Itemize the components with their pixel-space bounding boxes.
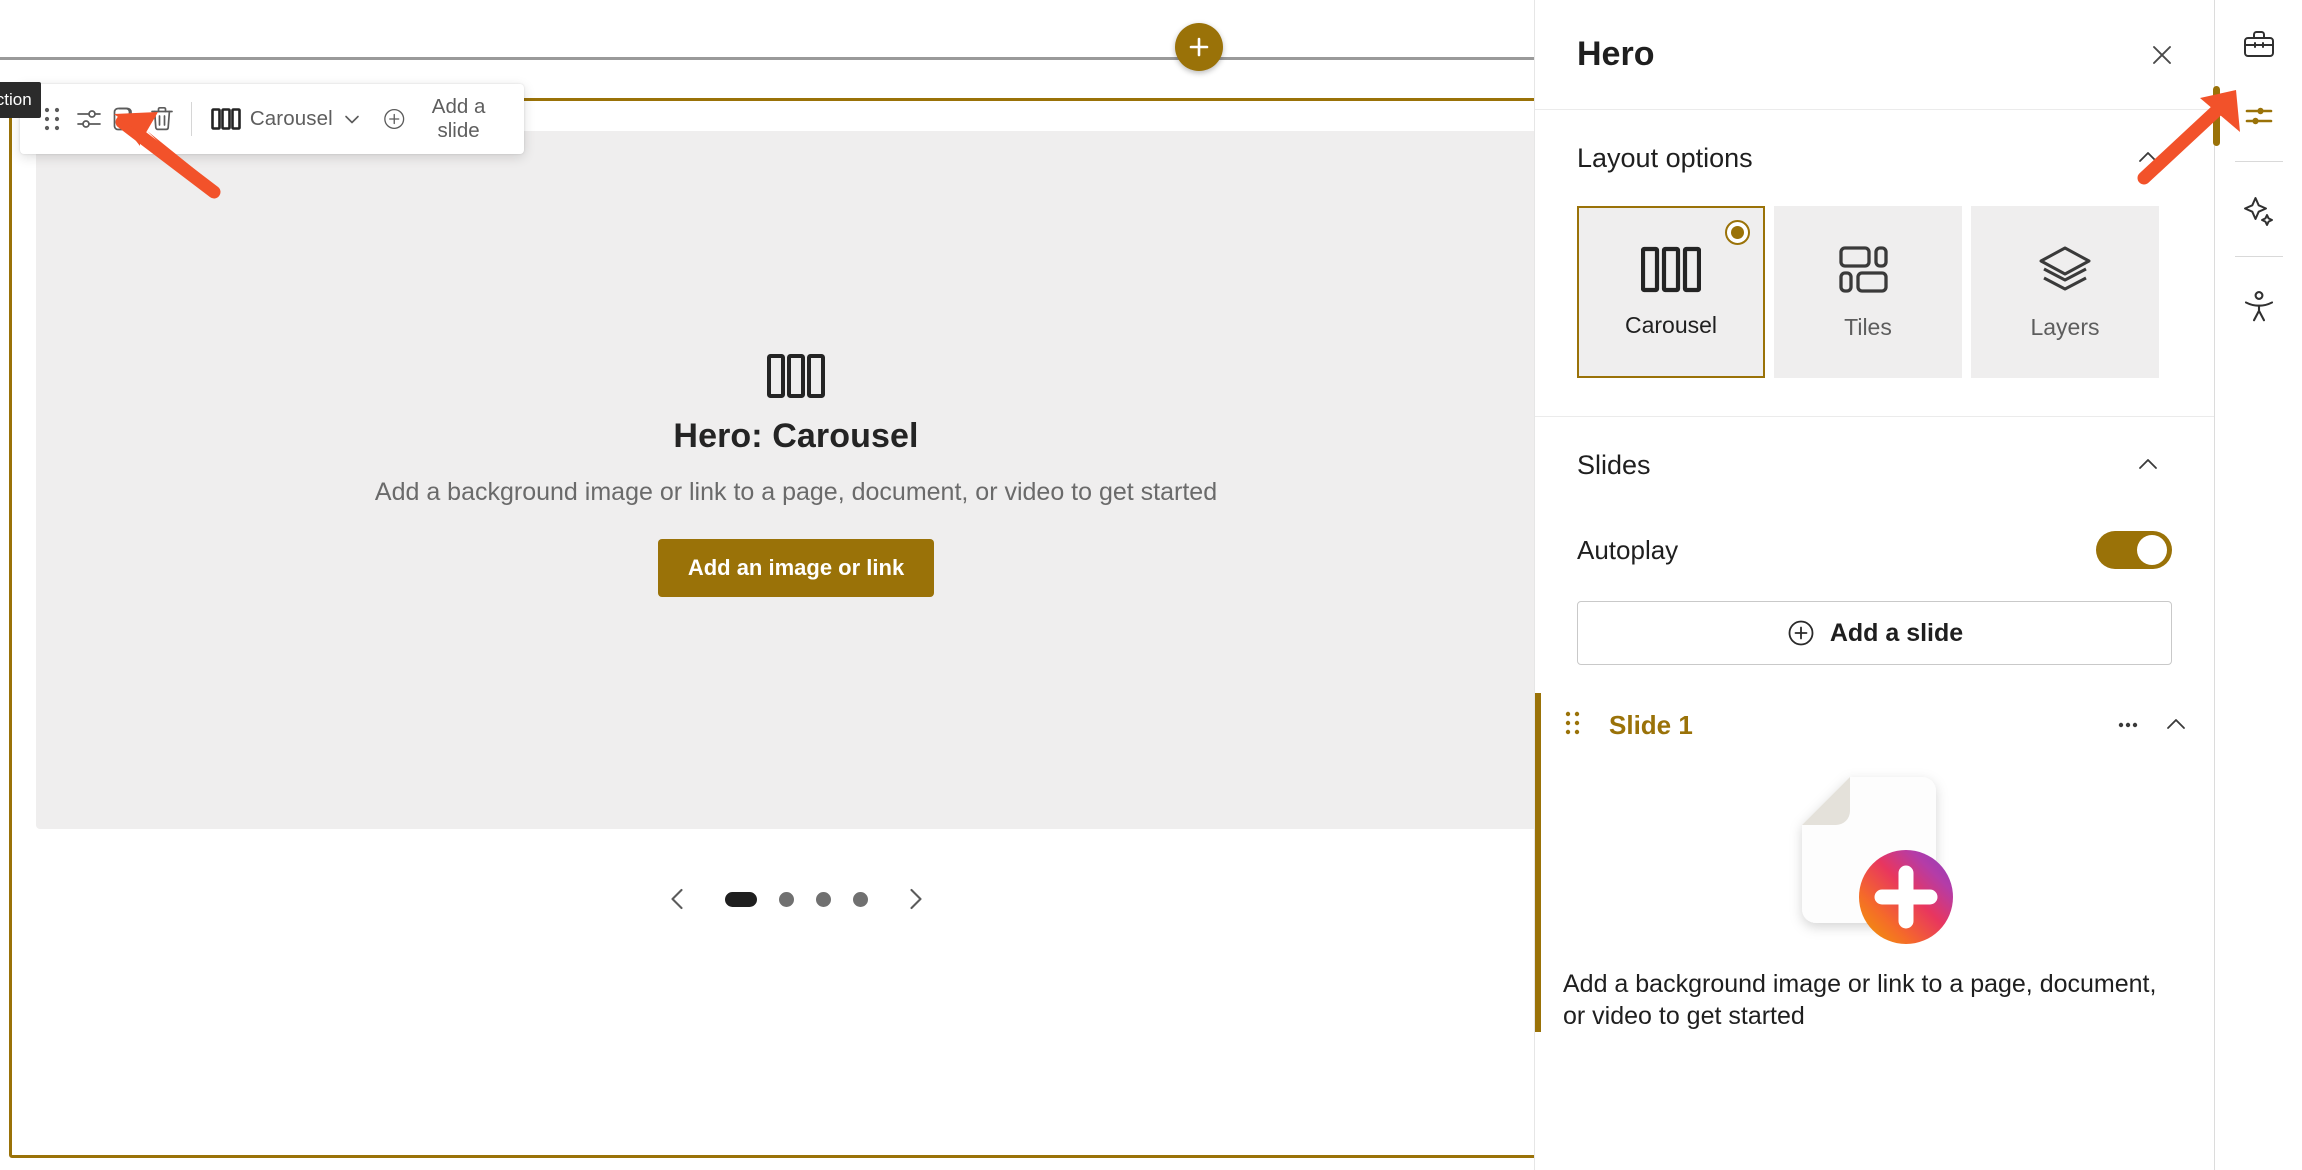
- add-image-or-link-button[interactable]: Add an image or link: [658, 539, 934, 597]
- layout-options-collapse-button[interactable]: [2124, 134, 2172, 182]
- sparkle-icon: [2242, 194, 2276, 228]
- add-circle-icon: [1786, 618, 1816, 648]
- delete-webpart-button[interactable]: [144, 97, 181, 141]
- carousel-dots: [725, 892, 868, 907]
- chevron-up-icon: [2135, 452, 2161, 478]
- drag-handle-icon: [1563, 710, 1583, 736]
- slide-drag-handle[interactable]: [1563, 710, 1583, 741]
- panel-header: Hero: [1535, 0, 2214, 110]
- toolbox-icon: [2242, 27, 2276, 61]
- edit-webpart-button[interactable]: [71, 97, 108, 141]
- panel-add-slide-label: Add a slide: [1830, 619, 1963, 648]
- toolbar-add-slide-button[interactable]: Add a slide: [376, 97, 510, 141]
- chevron-up-icon: [2163, 712, 2189, 738]
- layout-card-label: Layers: [2030, 314, 2099, 341]
- slides-title: Slides: [1577, 450, 1651, 481]
- rail-item-properties[interactable]: [2224, 82, 2294, 150]
- toolbar-divider: [191, 102, 192, 136]
- add-media-illustration-icon: [1778, 765, 1978, 950]
- layout-options-section: Layout options Carousel: [1535, 110, 2214, 416]
- page-canvas: Hero: Carousel Add a background image or…: [0, 0, 1534, 1170]
- slide-more-options-button[interactable]: [2104, 701, 2152, 749]
- carousel-icon: [211, 108, 241, 130]
- tiles-icon: [1838, 244, 1898, 296]
- layout-card-label: Carousel: [1625, 312, 1717, 339]
- rail-divider: [2235, 256, 2283, 257]
- chevron-left-icon: [665, 886, 691, 912]
- section-tooltip: Section: [0, 82, 41, 118]
- plus-icon: [1187, 35, 1211, 59]
- slide-thumbnail[interactable]: [1541, 757, 2214, 960]
- autoplay-toggle[interactable]: [2096, 531, 2172, 569]
- carousel-icon: [1641, 246, 1701, 294]
- layout-dropdown-label: Carousel: [250, 107, 333, 131]
- layout-card-carousel[interactable]: Carousel: [1577, 206, 1765, 378]
- slide-name: Slide 1: [1609, 710, 2104, 741]
- carousel-icon: [767, 353, 825, 399]
- hero-subtitle: Add a background image or link to a page…: [281, 478, 1311, 507]
- carousel-dot-4[interactable]: [853, 892, 868, 907]
- slide-list-item: Slide 1: [1535, 693, 2214, 1032]
- accessibility-person-icon: [2242, 289, 2276, 323]
- carousel-dot-1[interactable]: [725, 892, 757, 907]
- slides-collapse-button[interactable]: [2124, 441, 2172, 489]
- duplicate-webpart-button[interactable]: [107, 97, 144, 141]
- more-horizontal-icon: [2115, 712, 2141, 738]
- rail-divider: [2235, 161, 2283, 162]
- close-icon: [2149, 42, 2175, 68]
- duplicate-icon: [111, 104, 139, 134]
- slides-section: Slides Autoplay Add a slide: [1535, 417, 2214, 665]
- slides-header[interactable]: Slides: [1577, 417, 2172, 513]
- autoplay-label: Autoplay: [1577, 535, 1678, 566]
- chevron-down-icon: [342, 109, 362, 129]
- layout-card-tiles[interactable]: Tiles: [1774, 206, 1962, 378]
- layout-cards: Carousel Tiles: [1577, 206, 2172, 416]
- add-section-button[interactable]: [1175, 23, 1223, 71]
- webpart-toolbar: Carousel Add a slide: [20, 84, 524, 154]
- layout-dropdown[interactable]: Carousel: [203, 97, 370, 141]
- autoplay-row: Autoplay: [1577, 513, 2172, 587]
- carousel-pager: [36, 869, 1534, 929]
- layout-card-layers[interactable]: Layers: [1971, 206, 2159, 378]
- layout-options-header[interactable]: Layout options: [1577, 110, 2172, 206]
- toggle-knob: [2137, 535, 2167, 565]
- carousel-dot-2[interactable]: [779, 892, 794, 907]
- slide-header: Slide 1: [1541, 693, 2214, 757]
- panel-title: Hero: [1577, 35, 2138, 74]
- layers-icon: [2035, 244, 2095, 296]
- layout-options-title: Layout options: [1577, 143, 1753, 174]
- carousel-dot-3[interactable]: [816, 892, 831, 907]
- right-rail: [2214, 0, 2302, 1170]
- hero-webpart-frame[interactable]: Hero: Carousel Add a background image or…: [9, 98, 1534, 1158]
- section-divider: [0, 57, 1534, 60]
- panel-close-button[interactable]: [2138, 31, 2186, 79]
- carousel-next-button[interactable]: [892, 876, 938, 922]
- toolbar-add-slide-label: Add a slide: [417, 95, 500, 143]
- settings-sliders-icon: [2242, 99, 2276, 133]
- radio-selected-icon: [1725, 220, 1750, 245]
- rail-item-accessibility[interactable]: [2224, 272, 2294, 340]
- slide-description: Add a background image or link to a page…: [1541, 960, 2214, 1032]
- add-circle-icon: [382, 104, 406, 134]
- hero-title: Hero: Carousel: [281, 417, 1311, 456]
- settings-sliders-icon: [74, 104, 104, 134]
- trash-icon: [148, 104, 176, 134]
- slide-collapse-button[interactable]: [2152, 701, 2200, 749]
- property-panel: Hero Layout options: [1534, 0, 2214, 1170]
- drag-handle-icon: [41, 105, 63, 133]
- layout-card-label: Tiles: [1844, 314, 1892, 341]
- panel-add-slide-button[interactable]: Add a slide: [1577, 601, 2172, 665]
- rail-item-copilot[interactable]: [2224, 177, 2294, 245]
- carousel-prev-button[interactable]: [655, 876, 701, 922]
- chevron-up-icon: [2135, 145, 2161, 171]
- rail-item-toolbox[interactable]: [2224, 10, 2294, 78]
- hero-placeholder: Hero: Carousel Add a background image or…: [36, 131, 1534, 829]
- page-editor: Hero: Carousel Add a background image or…: [0, 0, 2302, 1170]
- chevron-right-icon: [902, 886, 928, 912]
